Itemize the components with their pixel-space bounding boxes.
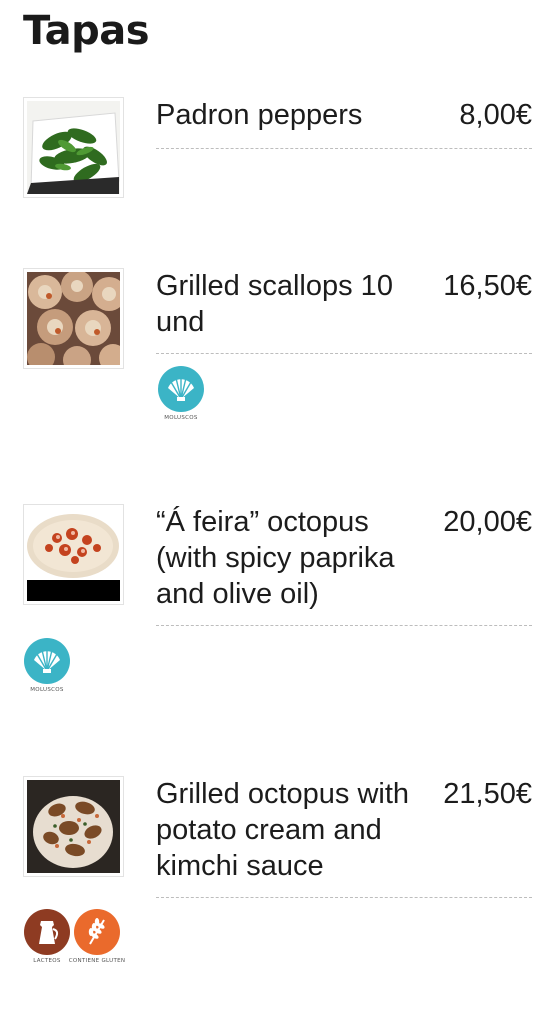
allergen-badge[interactable]: MOLUSCOS [151,366,211,422]
padron-peppers-image [27,101,120,194]
dish-price: 20,00€ [443,506,532,538]
dish-photo[interactable] [23,504,124,605]
allergen-label: CONTIENE GLUTEN [68,958,126,964]
dish-photo[interactable] [23,268,124,369]
allergen-badge[interactable]: CONTIENE GLUTEN [67,909,127,965]
dish-name: “Á feira” octopus (with spicy paprika an… [156,506,395,610]
shell-icon [158,366,204,412]
dish-name: Grilled octopus with potato cream and ki… [156,778,410,882]
dish-price: 8,00€ [459,99,532,131]
shell-icon [24,638,70,684]
allergen-label: MOLUSCOS [30,687,64,693]
a-feira-octopus-image [27,508,120,601]
wheat-icon [74,909,120,955]
dish-name: Grilled scallops 10 und [156,270,393,338]
divider [156,148,532,149]
menu-page: Tapas Padron peppers 8,00€ Grilled scall… [0,0,554,1024]
divider [156,897,532,898]
grilled-octopus-image [27,780,120,873]
dish-name: Padron peppers [156,99,363,131]
dish-photo[interactable] [23,776,124,877]
allergen-label: MOLUSCOS [164,415,198,421]
section-title: Tapas [23,8,150,54]
dish-price: 21,50€ [443,778,532,810]
allergen-badge[interactable]: MOLUSCOS [17,638,77,694]
divider [156,353,532,354]
grilled-scallops-image [27,272,120,365]
dish-photo[interactable] [23,97,124,198]
milk-jug-icon [24,909,70,955]
dish-price: 16,50€ [443,270,532,302]
divider [156,625,532,626]
